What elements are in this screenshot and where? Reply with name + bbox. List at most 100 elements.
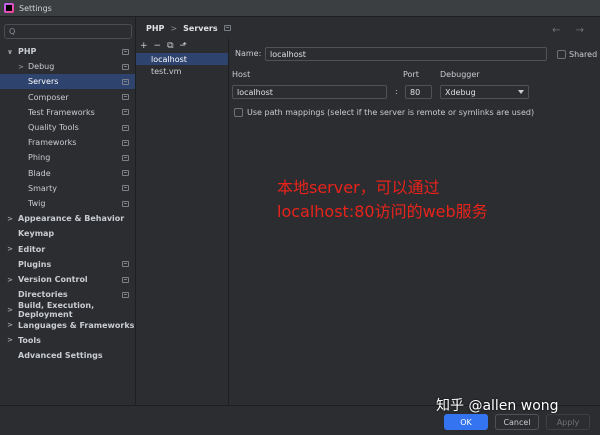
project-scope-icon xyxy=(122,200,129,207)
sidebar-item-blade[interactable]: Blade xyxy=(0,166,135,181)
annotation-text: 本地server，可以通过 localhost:80访问的web服务 xyxy=(277,176,577,224)
sidebar-item-label: Twig xyxy=(28,199,46,208)
project-scope-icon xyxy=(122,170,129,177)
sidebar-item-label: Smarty xyxy=(28,183,57,193)
server-item-test-vm[interactable]: test.vm xyxy=(136,65,228,77)
sidebar-item-debug[interactable]: > Debug xyxy=(0,59,135,74)
window-title: Settings xyxy=(19,3,52,13)
sidebar-item-label: Plugins xyxy=(18,259,52,269)
project-scope-icon xyxy=(122,124,129,131)
sidebar-item-label: Blade xyxy=(28,168,51,178)
sidebar-item-label: Quality Tools xyxy=(28,123,79,132)
sidebar-item-label: Phing xyxy=(28,153,51,163)
sidebar-item-quality-tools[interactable]: Quality Tools xyxy=(0,120,135,135)
chevron-down-icon xyxy=(518,90,524,94)
shared-checkbox[interactable] xyxy=(557,50,566,59)
chevron-right-icon[interactable]: > xyxy=(6,245,14,253)
sidebar-item-label: Build, Execution, Deployment xyxy=(18,300,95,319)
title-bar: Settings xyxy=(0,0,600,17)
breadcrumb-php[interactable]: PHP xyxy=(146,24,164,33)
breadcrumb-separator: > xyxy=(170,23,178,33)
sidebar-item-plugins[interactable]: Plugins xyxy=(0,257,135,272)
project-scope-icon xyxy=(122,291,129,298)
search-input[interactable]: Q xyxy=(4,24,132,39)
project-scope-icon xyxy=(223,25,231,31)
debugger-select[interactable]: Xdebug xyxy=(440,85,529,99)
back-forward-arrows[interactable]: ← → xyxy=(552,25,590,36)
add-icon[interactable]: + xyxy=(140,41,148,51)
sidebar-item-label: Frameworks xyxy=(28,138,77,148)
sidebar-item-test-frameworks[interactable]: Test Frameworks xyxy=(0,105,135,120)
sidebar-item-php[interactable]: ∨ PHP xyxy=(0,44,135,59)
search-icon: Q xyxy=(9,27,16,36)
breadcrumb: PHP > Servers xyxy=(137,17,600,39)
remove-icon[interactable]: − xyxy=(154,41,162,51)
sidebar-item-label: Composer xyxy=(28,92,69,102)
project-scope-icon xyxy=(122,185,129,192)
project-scope-icon xyxy=(122,94,129,101)
sidebar-item-version-control[interactable]: > Version Control xyxy=(0,272,135,287)
chevron-right-icon[interactable]: > xyxy=(6,321,14,329)
project-scope-icon xyxy=(122,139,129,146)
sidebar-item-label: Languages & Frameworks xyxy=(18,320,135,330)
host-field[interactable]: localhost xyxy=(232,85,387,99)
chevron-right-icon[interactable]: > xyxy=(6,336,14,344)
settings-sidebar: Q ∨ PHP > Debug Servers Composer Test Framewor… xyxy=(0,17,136,405)
project-scope-icon xyxy=(122,78,129,85)
project-scope-icon xyxy=(122,154,129,161)
path-mappings-label: Use path mappings (select if the server … xyxy=(247,108,535,117)
watermark: 知乎 @allen wong xyxy=(436,398,559,414)
sidebar-item-label: Version Control xyxy=(18,275,88,284)
name-field[interactable]: localhost xyxy=(265,47,547,61)
shared-label: Shared xyxy=(569,50,598,59)
name-label: Name: xyxy=(235,49,262,58)
phpstorm-icon xyxy=(4,3,14,13)
server-item-localhost[interactable]: localhost xyxy=(136,53,228,65)
edit-icon[interactable]: ⬏ xyxy=(180,41,188,51)
sidebar-item-label: Appearance & Behavior xyxy=(18,214,125,224)
sidebar-item-build-execution-deployment[interactable]: > Build, Execution, Deployment xyxy=(0,300,135,319)
sidebar-item-label: Editor xyxy=(18,244,46,254)
path-mappings-checkbox[interactable] xyxy=(234,108,243,117)
sidebar-item-editor[interactable]: > Editor xyxy=(0,242,135,257)
annotation-line-2: localhost:80访问的web服务 xyxy=(277,202,488,221)
project-scope-icon xyxy=(122,276,129,283)
sidebar-item-tools[interactable]: > Tools xyxy=(0,333,135,348)
sidebar-item-label: Directories xyxy=(18,290,68,300)
sidebar-item-label: Test Frameworks xyxy=(28,107,95,117)
sidebar-item-advanced-settings[interactable]: Advanced Settings xyxy=(0,348,135,363)
chevron-right-icon[interactable]: > xyxy=(17,63,25,71)
sidebar-item-label: Debug xyxy=(28,62,55,72)
port-field[interactable]: 80 xyxy=(405,85,432,99)
sidebar-item-smarty[interactable]: Smarty xyxy=(0,181,135,196)
sidebar-item-appearance-behavior[interactable]: > Appearance & Behavior xyxy=(0,211,135,226)
ok-button[interactable]: OK xyxy=(444,414,488,430)
chevron-right-icon[interactable]: > xyxy=(6,306,14,314)
sidebar-item-keymap[interactable]: Keymap xyxy=(0,226,135,241)
project-scope-icon xyxy=(122,63,129,70)
debugger-label: Debugger xyxy=(440,70,480,79)
sidebar-item-phing[interactable]: Phing xyxy=(0,150,135,165)
chevron-right-icon[interactable]: > xyxy=(6,276,14,284)
sidebar-item-languages-frameworks[interactable]: > Languages & Frameworks xyxy=(0,318,135,333)
chevron-down-icon[interactable]: ∨ xyxy=(6,48,14,56)
sidebar-item-twig[interactable]: Twig xyxy=(0,196,135,211)
server-toolbar: + − ⧉ ⬏ xyxy=(136,39,228,53)
sidebar-item-label: Advanced Settings xyxy=(18,351,103,360)
project-scope-icon xyxy=(122,109,129,116)
port-label: Port xyxy=(403,70,419,79)
server-list-panel: + − ⧉ ⬏ localhost test.vm xyxy=(136,39,229,405)
host-label: Host xyxy=(232,70,251,79)
copy-icon[interactable]: ⧉ xyxy=(167,41,173,51)
sidebar-item-label: Keymap xyxy=(18,229,55,239)
chevron-right-icon[interactable]: > xyxy=(6,215,14,223)
sidebar-item-label: PHP xyxy=(18,47,37,56)
sidebar-item-composer[interactable]: Composer xyxy=(0,90,135,105)
apply-button[interactable]: Apply xyxy=(546,414,590,430)
sidebar-item-servers[interactable]: Servers xyxy=(0,74,135,90)
project-scope-icon xyxy=(122,48,129,55)
breadcrumb-servers: Servers xyxy=(183,23,218,33)
cancel-button[interactable]: Cancel xyxy=(495,414,539,430)
sidebar-item-frameworks[interactable]: Frameworks xyxy=(0,135,135,150)
project-scope-icon xyxy=(122,261,129,268)
